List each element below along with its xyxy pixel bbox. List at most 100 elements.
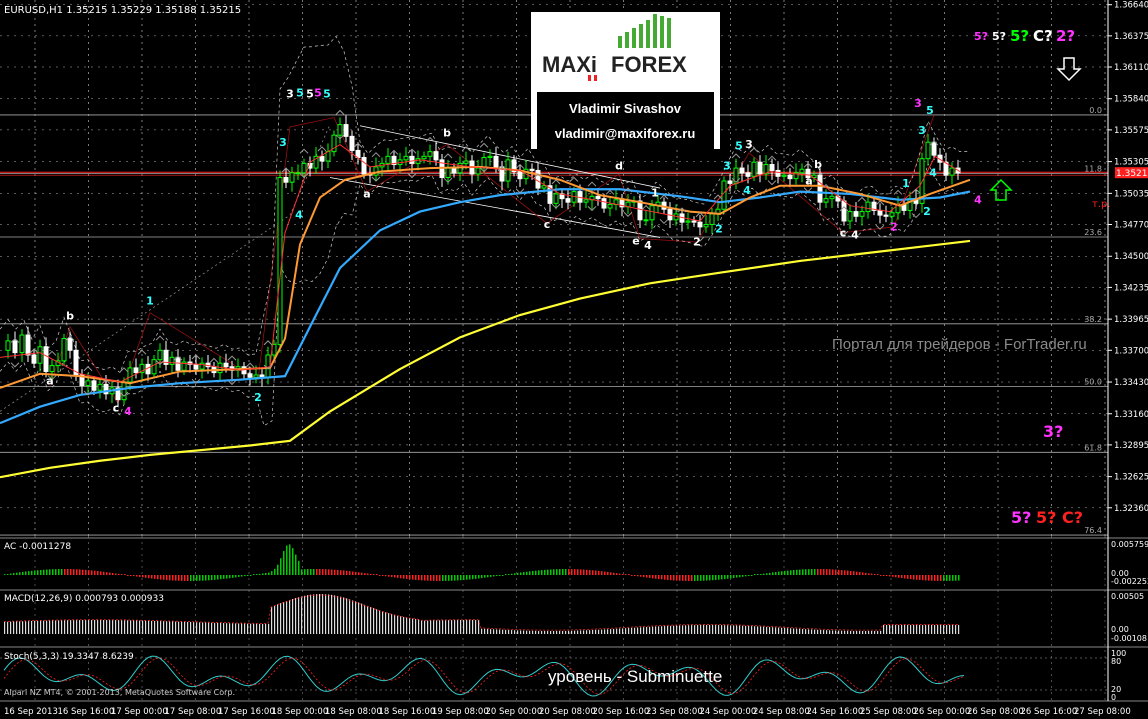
macd-histogram-bar [949, 625, 951, 634]
macd-histogram-bar [676, 625, 678, 634]
ac-histogram-bar [184, 575, 186, 581]
time-tick-label: 27 Sep 08:00 [1074, 707, 1131, 717]
macd-histogram-bar [841, 630, 843, 634]
ac-histogram-bar [151, 575, 153, 579]
macd-histogram-bar [178, 621, 180, 634]
ac-histogram-bar [58, 569, 60, 575]
macd-histogram-bar [112, 620, 114, 634]
ac-histogram-bar [313, 569, 315, 575]
macd-histogram-bar [16, 621, 18, 634]
ac-histogram-bar [907, 575, 909, 579]
wave-label: 5 [926, 104, 934, 117]
macd-histogram-bar [571, 630, 573, 634]
macd-histogram-bar [625, 628, 627, 634]
candle-body [319, 155, 325, 162]
ac-histogram-bar [355, 571, 357, 575]
ac-histogram-bar [715, 575, 717, 580]
ac-histogram-bar [217, 575, 219, 580]
candle-body [769, 164, 775, 171]
macd-histogram-bar [763, 626, 765, 634]
forecast-bottom-1: 5? [1011, 508, 1031, 527]
macd-histogram-bar [241, 623, 243, 634]
ac-histogram-bar [193, 575, 195, 581]
macd-histogram-bar [394, 614, 396, 634]
ac-histogram-bar [373, 574, 375, 575]
ac-histogram-bar [925, 575, 927, 581]
macd-histogram-bar [76, 620, 78, 634]
macd-histogram-bar [697, 625, 699, 634]
candle-body [427, 151, 433, 157]
ac-histogram-bar [142, 575, 144, 578]
ac-histogram-bar [160, 575, 162, 580]
macd-histogram-bar [67, 620, 69, 634]
ac-histogram-bar [322, 569, 324, 575]
ac-histogram-bar [802, 569, 804, 575]
macd-histogram-bar [166, 621, 168, 634]
macd-histogram-bar [460, 620, 462, 634]
fib-level-label: 38.2 [1084, 315, 1102, 324]
ac-histogram-bar [487, 575, 489, 578]
macd-histogram-bar [754, 626, 756, 634]
macd-histogram-bar [463, 620, 465, 634]
macd-histogram-bar [10, 621, 12, 634]
ac-histogram-bar [535, 570, 537, 575]
macd-histogram-bar [457, 620, 459, 634]
macd-histogram-bar [931, 625, 933, 634]
ac-histogram-bar [778, 571, 780, 575]
ac-histogram-bar [643, 575, 645, 578]
ac-histogram-bar [178, 575, 180, 581]
macd-histogram-bar [118, 620, 120, 634]
time-tick-label: 25 Sep 08:00 [860, 707, 917, 717]
ac-histogram-bar [769, 572, 771, 575]
ac-histogram-bar [751, 575, 753, 576]
wave-label: a [805, 175, 812, 188]
macd-histogram-bar [124, 620, 126, 634]
ac-histogram-bar [310, 569, 312, 575]
macd-histogram-bar [505, 629, 507, 634]
ac-histogram-bar [388, 575, 390, 577]
macd-histogram-bar [25, 621, 27, 634]
ac-histogram-bar [127, 575, 129, 576]
macd-histogram-bar [742, 625, 744, 634]
ac-histogram-bar [958, 575, 960, 581]
macd-histogram-bar [607, 629, 609, 634]
ac-histogram-bar [421, 575, 423, 581]
ac-histogram-bar [214, 575, 216, 580]
ac-histogram-bar [895, 575, 897, 578]
candle-body [415, 158, 421, 164]
macd-histogram-bar [727, 625, 729, 634]
ac-histogram-bar [199, 575, 201, 581]
wave-label: 1 [902, 177, 910, 190]
candle-body [343, 124, 349, 137]
ac-histogram-bar [103, 571, 105, 575]
candle-body [247, 373, 253, 378]
ac-histogram-bar [481, 575, 483, 579]
candle-body [529, 168, 535, 171]
macd-histogram-bar [640, 627, 642, 634]
ac-histogram-bar [604, 571, 606, 575]
ac-histogram-bar [316, 569, 318, 575]
ac-histogram-bar [529, 571, 531, 575]
macd-histogram-bar [781, 627, 783, 634]
macd-histogram-bar [217, 622, 219, 634]
candle-body [97, 383, 103, 391]
price-tick-label: 1.33430 [1114, 378, 1148, 388]
ac-histogram-bar [4, 574, 6, 575]
ac-histogram-bar [115, 573, 117, 575]
macd-histogram-bar [637, 627, 639, 634]
macd-histogram-bar [718, 625, 720, 634]
macd-histogram-bar [391, 614, 393, 634]
ac-histogram-bar [400, 575, 402, 579]
candle-body [739, 167, 745, 174]
macd-histogram-bar [349, 599, 351, 634]
macd-histogram-bar [805, 629, 807, 634]
candle-body [553, 193, 559, 204]
macd-histogram-bar [418, 619, 420, 634]
candle-body [775, 169, 781, 177]
macd-histogram-bar [199, 622, 201, 634]
ac-histogram-bar [436, 575, 438, 581]
macd-histogram-bar [748, 625, 750, 634]
macd-histogram-bar [433, 620, 435, 634]
macd-histogram-bar [367, 605, 369, 634]
macd-histogram-bar [736, 625, 738, 634]
